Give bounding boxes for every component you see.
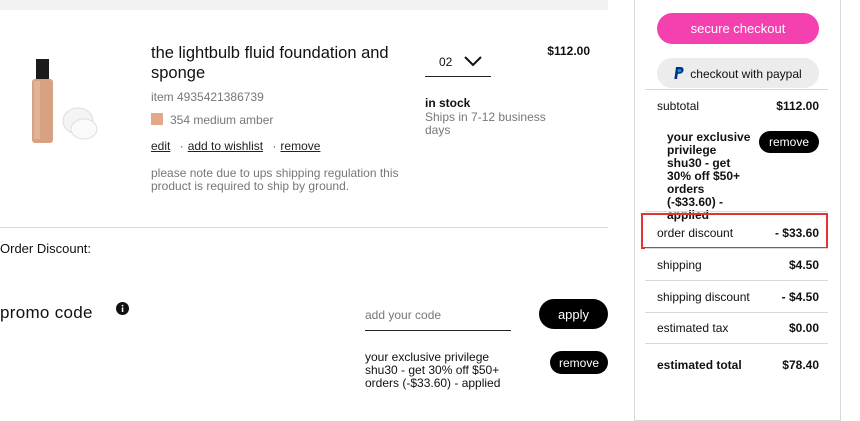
- shade-swatch: [151, 113, 163, 125]
- quantity-select[interactable]: 02: [425, 48, 491, 77]
- promo-code-input[interactable]: [365, 300, 511, 331]
- separator-dot: ·: [179, 139, 184, 153]
- top-bar: [0, 0, 608, 10]
- edit-link[interactable]: edit: [151, 139, 170, 153]
- estimated-tax-value: $0.00: [788, 321, 819, 335]
- divider: [645, 312, 828, 313]
- add-to-wishlist-link[interactable]: add to wishlist: [188, 139, 263, 153]
- shade-name: 354 medium amber: [170, 113, 274, 127]
- divider: [645, 248, 828, 249]
- divider: [0, 227, 608, 228]
- shipping-discount-value: - $4.50: [781, 290, 819, 304]
- summary-promo-description: your exclusive privilege shu30 - get 30%…: [667, 130, 751, 222]
- promo-code-label: promo code: [0, 303, 93, 322]
- product-name[interactable]: the lightbulb fluid foundation and spong…: [151, 43, 411, 83]
- shipping-value: $4.50: [788, 258, 819, 272]
- divider: [645, 343, 828, 344]
- quantity-value: 02: [439, 55, 453, 69]
- estimated-total-value: $78.40: [782, 358, 819, 372]
- paypal-icon: [674, 67, 684, 80]
- order-discount-title: Order Discount:: [0, 241, 92, 256]
- apply-button[interactable]: apply: [539, 299, 608, 329]
- order-discount-label: order discount: [657, 226, 734, 240]
- divider: [645, 280, 828, 281]
- item-price: $112.00: [547, 44, 590, 58]
- shipping-discount-label: shipping discount: [657, 290, 750, 304]
- subtotal-label: subtotal: [657, 99, 700, 113]
- product-actions: edit · add to wishlist · remove: [151, 139, 320, 153]
- shipping-regulation-note: please note due to ups shipping regulati…: [151, 166, 399, 193]
- chevron-down-icon: [464, 56, 482, 67]
- divider: [645, 211, 828, 212]
- summary-remove-promo-button[interactable]: remove: [759, 131, 819, 153]
- stock-status: in stock: [425, 96, 471, 110]
- estimated-total-label: estimated total: [657, 358, 742, 372]
- shipping-label: shipping: [657, 258, 702, 272]
- order-discount-value: - $33.60: [774, 226, 819, 240]
- ships-estimate: Ships in 7-12 business days: [425, 110, 546, 137]
- remove-promo-button[interactable]: remove: [550, 351, 608, 374]
- paypal-label: checkout with paypal: [690, 66, 802, 81]
- estimated-tax-label: estimated tax: [657, 321, 729, 335]
- subtotal-value: $112.00: [776, 99, 819, 113]
- remove-item-link[interactable]: remove: [280, 139, 320, 153]
- item-number: item 4935421386739: [151, 90, 264, 104]
- separator-dot: ·: [272, 139, 277, 153]
- applied-promo-text: your exclusive privilege shu30 - get 30%…: [365, 350, 501, 390]
- divider: [645, 89, 828, 90]
- product-image: [32, 59, 98, 143]
- info-icon[interactable]: [116, 302, 129, 315]
- secure-checkout-button[interactable]: secure checkout: [657, 13, 819, 44]
- paypal-checkout-button[interactable]: checkout with paypal: [657, 58, 819, 88]
